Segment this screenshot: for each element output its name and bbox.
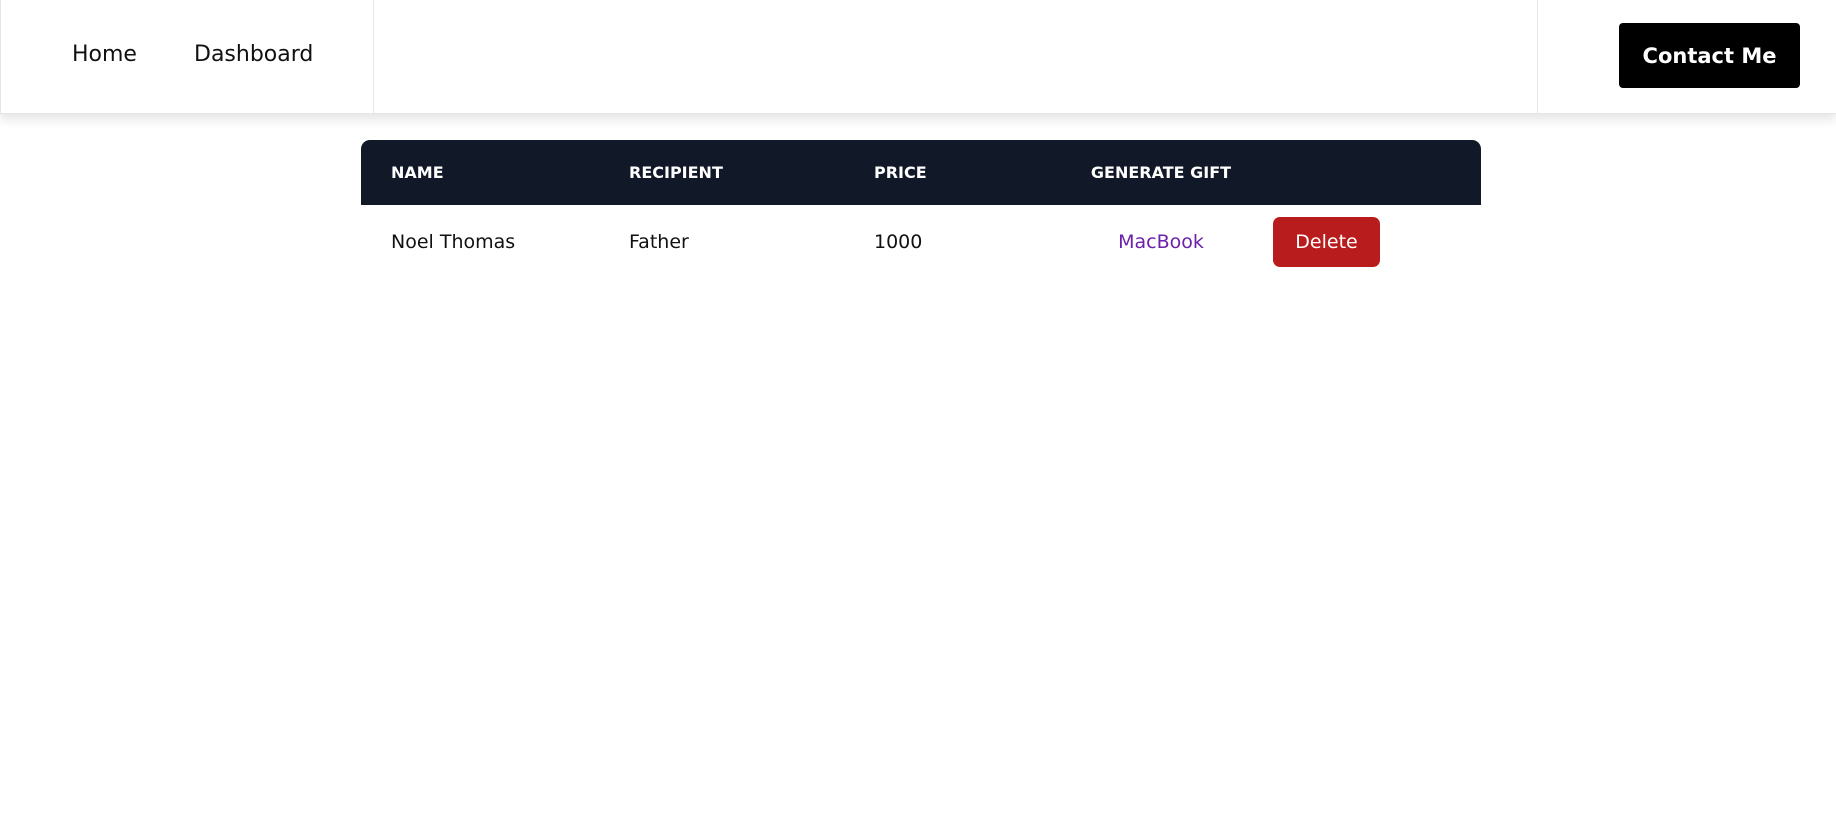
- gifts-table-container: NAME RECIPIENT PRICE GENERATE GIFT Noel …: [361, 140, 1481, 279]
- contact-me-button[interactable]: Contact Me: [1619, 23, 1800, 88]
- gifts-table: NAME RECIPIENT PRICE GENERATE GIFT Noel …: [361, 140, 1481, 279]
- navbar: Home Dashboard Contact Me: [0, 0, 1836, 114]
- gift-link[interactable]: MacBook: [1118, 231, 1204, 253]
- table-header: NAME RECIPIENT PRICE GENERATE GIFT: [361, 140, 1481, 205]
- cell-actions: Delete: [1267, 205, 1481, 279]
- column-header-recipient: RECIPIENT: [629, 140, 874, 205]
- column-header-name: NAME: [361, 140, 629, 205]
- nav-actions: Contact Me: [1537, 0, 1836, 114]
- column-header-price: PRICE: [874, 140, 1055, 205]
- nav-home-link[interactable]: Home: [72, 41, 137, 69]
- cell-gift: MacBook: [1055, 205, 1267, 279]
- cell-price: 1000: [874, 231, 923, 253]
- table-body: Noel Thomas Father 1000 MacBook Delete: [361, 205, 1481, 279]
- column-header-generate-gift: GENERATE GIFT: [1055, 140, 1267, 205]
- nav-links: Home Dashboard: [0, 0, 374, 114]
- delete-button[interactable]: Delete: [1273, 217, 1380, 267]
- column-header-actions: [1267, 140, 1481, 205]
- cell-recipient: Father: [629, 231, 689, 253]
- cell-name: Noel Thomas: [391, 231, 516, 253]
- table-header-row: NAME RECIPIENT PRICE GENERATE GIFT: [361, 140, 1481, 205]
- table-row: Noel Thomas Father 1000 MacBook Delete: [361, 205, 1481, 279]
- nav-dashboard-link[interactable]: Dashboard: [194, 41, 313, 69]
